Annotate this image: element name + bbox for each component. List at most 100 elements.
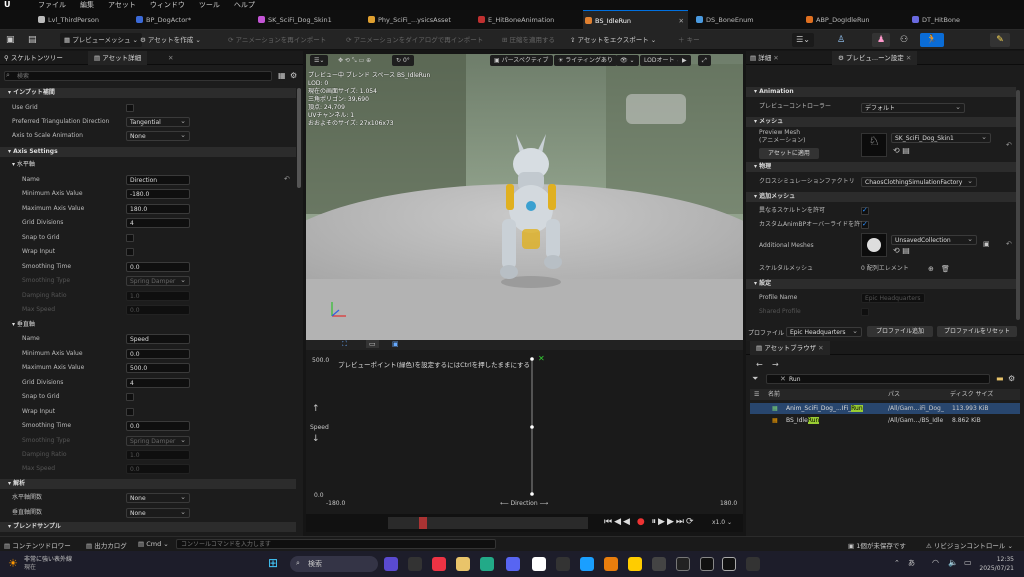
menu-help[interactable]: ヘルプ: [234, 0, 255, 10]
h-stype-dropdown[interactable]: Spring Damper: [126, 275, 190, 286]
v-grid-input[interactable]: 4: [126, 378, 190, 388]
v-maxspd-input[interactable]: 0.0: [126, 464, 190, 474]
settings-icon[interactable]: ⚙: [1008, 374, 1015, 383]
menu-window[interactable]: ウィンドウ: [150, 0, 185, 10]
tab-preview-settings[interactable]: ⚙ プレビュ...ーン設定 ✕: [832, 51, 918, 65]
h-wrap-checkbox[interactable]: [126, 248, 134, 256]
h-grid-input[interactable]: 4: [126, 218, 190, 228]
create-asset-button[interactable]: ⚙ アセットを作成 ⌄: [140, 33, 201, 47]
filter-icon[interactable]: ⏷: [752, 374, 758, 384]
pref-tri-dropdown[interactable]: Tangential: [126, 116, 190, 127]
perspective-dropdown[interactable]: ▣ パースペクティブ: [490, 55, 553, 66]
steam-icon[interactable]: [580, 557, 594, 571]
mesh-mode-icon[interactable]: ♟: [872, 33, 890, 47]
menu-tools[interactable]: ツール: [199, 0, 220, 10]
preview-ctrl-dropdown[interactable]: デフォルト: [861, 102, 965, 113]
v-func-dropdown[interactable]: None: [126, 507, 190, 518]
section-add-mesh[interactable]: ▾ 追加メッシュ: [746, 192, 1016, 202]
windows-start-icon[interactable]: ⊞: [268, 556, 278, 570]
v-damp-input[interactable]: 1.0: [126, 450, 190, 460]
folder-icon[interactable]: [456, 557, 470, 571]
edge-icon[interactable]: [480, 557, 494, 571]
maximize-icon[interactable]: ⤢: [698, 55, 711, 66]
axis-scale-dropdown[interactable]: None: [126, 130, 190, 141]
toggle-label-icon[interactable]: ▭: [366, 340, 379, 348]
playback-controls[interactable]: ⏮◀◀ ● ⏸▶▶⏭⟳: [604, 517, 696, 527]
close-icon[interactable]: ✕: [168, 51, 173, 65]
section-settings[interactable]: ▾ 設定: [746, 279, 1016, 289]
section-physics[interactable]: ▾ 物理: [746, 162, 1016, 172]
menu-asset[interactable]: アセット: [108, 0, 136, 10]
trash-icon[interactable]: 🗑: [941, 265, 950, 273]
output-log-button[interactable]: ▤ 出力カログ: [86, 540, 127, 550]
tab-ds-boneenum[interactable]: DS_BoneEnum: [694, 10, 794, 30]
battery-icon[interactable]: ▭: [964, 558, 972, 567]
v-smooth-input[interactable]: 0.0: [126, 421, 190, 431]
browse-icon[interactable]: ⟲ ▤: [893, 246, 910, 255]
section-mesh[interactable]: ▾ メッシュ: [746, 117, 1016, 127]
epic-icon[interactable]: [746, 557, 760, 571]
speed-dropdown[interactable]: x1.0 ⌄: [712, 519, 732, 526]
viewport[interactable]: プレビュー中 ブレンド スペース BS_IdleRun LOD: 0 現在の画面…: [306, 54, 743, 340]
viewport-options-icon[interactable]: ☰⌄: [310, 55, 329, 66]
fit-view-icon[interactable]: ⛶: [342, 340, 347, 349]
cloth-dropdown[interactable]: ChaosClothingSimulationFactory: [861, 176, 977, 187]
grid-view-icon[interactable]: ▦: [278, 71, 286, 80]
tab-sk-scifi-dog[interactable]: SK_SciFi_Dog_Skin1: [256, 10, 356, 30]
ime-indicator[interactable]: あ: [908, 558, 915, 568]
weather-icon[interactable]: ☀: [8, 557, 18, 570]
menu-icon[interactable]: ☰⌄: [792, 33, 814, 47]
v-name-input[interactable]: Speed: [126, 334, 190, 344]
blend-space-editor[interactable]: ⛶ ▭ ▣ ✕ プレビューポイント(緑色)を設定するにはCtrlを押したままにす…: [306, 340, 743, 532]
asset-search-input[interactable]: Run: [766, 374, 990, 384]
add-profile-button[interactable]: プロファイル追加: [867, 326, 933, 337]
h-damp-input[interactable]: 1.0: [126, 291, 190, 301]
wifi-icon[interactable]: ◠: [932, 558, 939, 567]
reimport-button[interactable]: ⟳ アニメーションを再インポート: [228, 33, 326, 47]
table-row[interactable]: ▦ Anim_SciFi_Dog_...IFi_Run /All/Gam...i…: [750, 403, 1020, 414]
toggle-grid-icon[interactable]: ▣: [392, 340, 399, 348]
app-icon[interactable]: [652, 557, 666, 571]
scrollbar[interactable]: [297, 88, 301, 188]
console-input[interactable]: コンソールコマンドを入力します: [176, 539, 496, 549]
preview-mesh-button[interactable]: ▦ プレビューメッシュ ⌄: [60, 33, 142, 47]
h-min-input[interactable]: -180.0: [126, 189, 190, 199]
blendspace-mode-icon[interactable]: 🏃: [920, 33, 944, 47]
custom-anim-checkbox[interactable]: [861, 220, 869, 229]
profile-name-input[interactable]: Epic Headquarters: [861, 293, 925, 303]
h-axis-header[interactable]: ▾ 水平軸: [12, 158, 35, 172]
forward-icon[interactable]: →: [772, 360, 779, 369]
h-func-dropdown[interactable]: None: [126, 492, 190, 503]
tab-lvl-thirdperson[interactable]: Lvl_ThirdPerson: [36, 10, 134, 30]
col-path[interactable]: パス: [888, 389, 900, 400]
transform-tools[interactable]: ✥ ⟲ ⤡ ▭ ⊕: [334, 55, 375, 66]
app-icon[interactable]: [408, 557, 422, 571]
use-grid-checkbox[interactable]: [126, 104, 134, 112]
shared-profile-checkbox[interactable]: [861, 308, 869, 316]
apply-compression-button[interactable]: ⊞ 圧縮を適用する: [502, 33, 555, 47]
clear-icon[interactable]: ✕: [780, 375, 786, 383]
tab-bs-idlerun[interactable]: BS_IdleRun ✕: [583, 10, 688, 30]
tab-dt-hitbone[interactable]: DT_HitBone: [910, 10, 1010, 30]
github-icon[interactable]: [676, 557, 690, 571]
skeleton-mode-icon[interactable]: ♙: [834, 33, 848, 47]
content-drawer-button[interactable]: ▤ コンテンツドロワー: [4, 540, 71, 550]
reset-icon[interactable]: ↶: [1006, 141, 1012, 149]
v-snap-checkbox[interactable]: [126, 393, 134, 401]
settings-icon[interactable]: ✎: [990, 33, 1010, 47]
apply-to-asset-button[interactable]: アセットに適用: [759, 148, 819, 159]
back-icon[interactable]: ←: [756, 360, 763, 369]
collection-thumbnail[interactable]: [861, 233, 887, 257]
clock[interactable]: 12:35 2025/07/21: [978, 555, 1014, 573]
taskbar-search[interactable]: 検索: [290, 556, 378, 572]
v-wrap-checkbox[interactable]: [126, 408, 134, 416]
preview-mesh-dropdown[interactable]: SK_SciFi_Dog_Skin1: [891, 132, 991, 143]
add-icon[interactable]: ⊕: [928, 265, 934, 273]
browse-icon[interactable]: ▤: [28, 33, 37, 47]
mesh-thumbnail[interactable]: ♘: [861, 133, 887, 157]
chrome-icon[interactable]: [432, 557, 446, 571]
lighting-dropdown[interactable]: ☀ ライティングあり: [554, 55, 617, 66]
tab-asset-details[interactable]: ▤ アセット詳細: [88, 51, 148, 65]
app-icon[interactable]: [628, 557, 642, 571]
close-icon[interactable]: ✕: [679, 11, 684, 31]
